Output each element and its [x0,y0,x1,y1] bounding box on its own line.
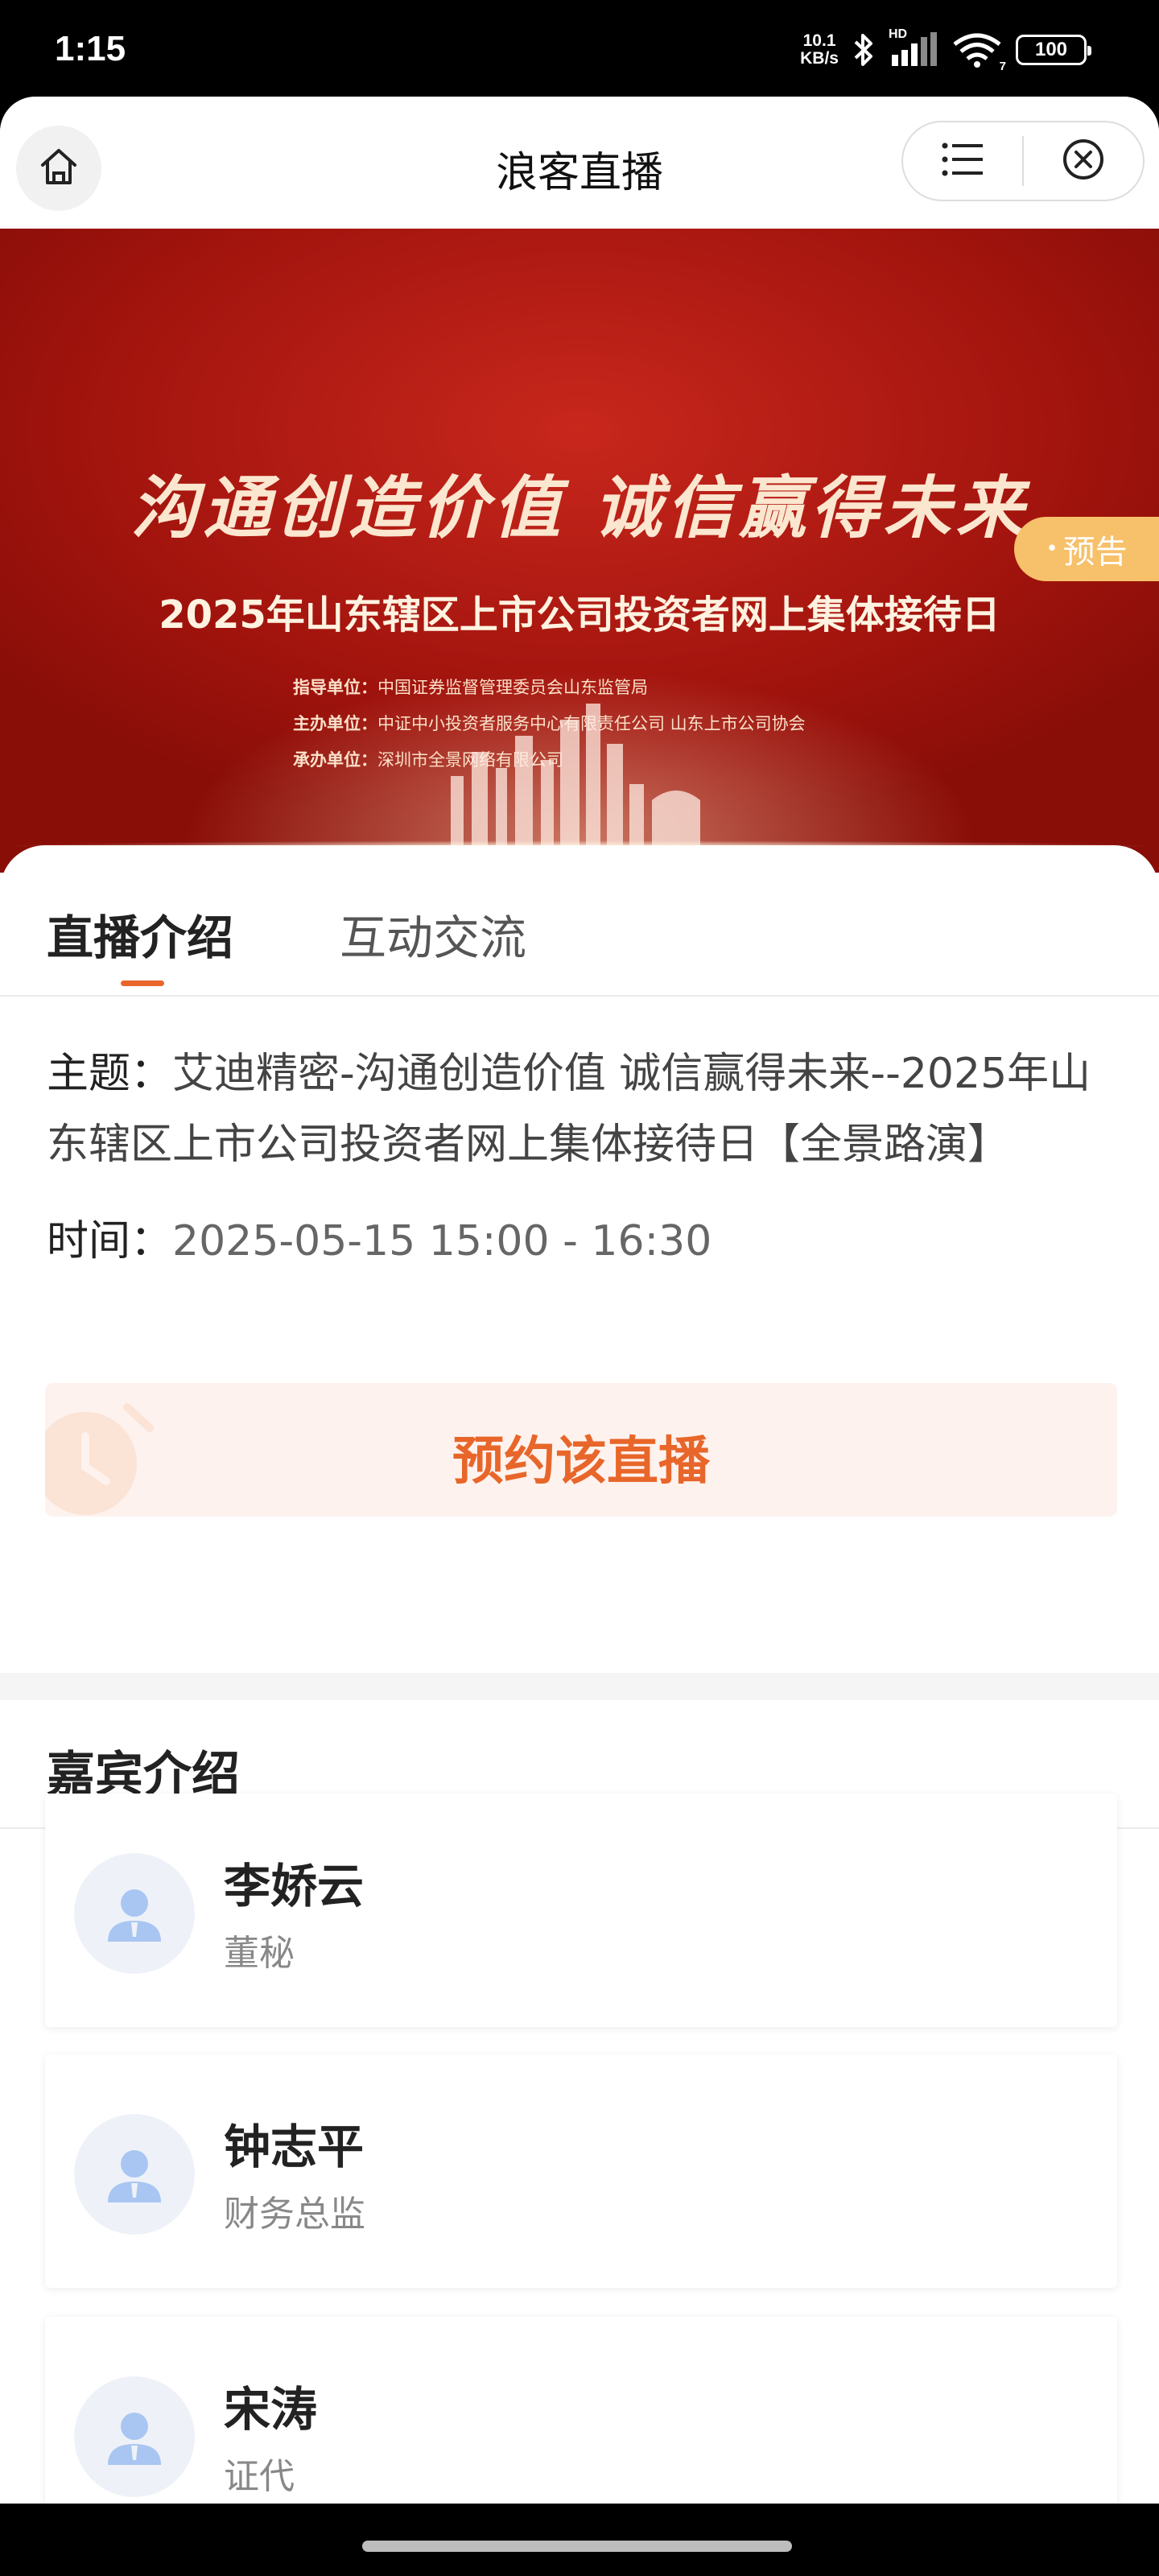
live-topic: 主题：艾迪精密-沟通创造价值 诚信赢得未来--2025年山东辖区上市公司投资者网… [47,1038,1117,1180]
dot-icon: • [1046,537,1058,561]
time-label: 时间： [47,1217,173,1265]
guest-card[interactable]: 钟志平 财务总监 [45,2054,1117,2288]
status-bar: 1:15 10.1 KB/s HD 7 100 [0,0,1159,97]
guest-card[interactable]: 李娇云 董秘 [45,1794,1117,2027]
banner-title: 2025年山东辖区上市公司投资者网上集体接待日 [159,592,1000,638]
wifi-icon: 7 [951,31,1006,73]
battery-icon: 100 [1016,35,1091,65]
banner-unit-row: 指导单位：中国证券监督管理委员会山东监管局 [293,678,648,697]
avatar [74,2376,195,2497]
person-icon [108,2150,161,2202]
topic-label: 主题： [47,1050,173,1098]
status-time: 1:15 [55,29,126,68]
network-speed: 10.1 KB/s [800,32,839,68]
guest-name: 钟志平 [224,2120,365,2174]
app-sheet: 浪客直播 沟通创造价值 诚信赢得未来 2025年山东辖区上市公司投资者网上集体接… [0,97,1159,2526]
system-nav-bar [0,2504,1159,2576]
guest-name: 宋涛 [224,2382,318,2437]
reserve-live-button[interactable]: 预约该直播 [45,1383,1117,1517]
network-speed-value: 10.1 [802,31,836,50]
guest-card[interactable]: 宋涛 证代 [45,2317,1117,2526]
person-icon [108,1889,161,1942]
bluetooth-icon [852,31,876,69]
menu-button[interactable] [903,122,1022,200]
battery-level: 100 [1034,39,1068,60]
city-skyline-graphic [451,704,700,848]
hd-label: HD [889,27,908,41]
tab-live-intro[interactable]: 直播介绍 [47,900,233,968]
guest-name: 李娇云 [224,1859,365,1913]
wifi-sub-label: 7 [999,60,1006,73]
signal-icon: HD [889,27,938,68]
reserve-live-label: 预约该直播 [452,1432,710,1492]
time-value: 2025-05-15 15:00 - 16:30 [172,1217,712,1265]
live-time: 时间：2025-05-15 15:00 - 16:30 [47,1206,711,1277]
person-icon [108,2413,161,2465]
active-tab-indicator [121,980,164,986]
tab-bar: 直播介绍 互动交流 [0,845,1159,997]
avatar [74,2114,195,2235]
gesture-handle[interactable] [362,2541,792,2552]
avatar [74,1853,195,1974]
network-speed-unit: KB/s [800,49,839,68]
list-menu-icon [941,142,984,180]
preview-tag-label: 预告 [1062,534,1128,571]
guest-role: 董秘 [224,1933,295,1974]
close-circle-icon [1061,137,1106,185]
banner-slogan: 沟通创造价值 诚信赢得未来 [130,468,1029,547]
title-bar: 浪客直播 [0,97,1159,229]
mini-program-capsule [901,121,1145,201]
section-gap [0,1673,1159,1700]
close-button[interactable] [1024,122,1143,200]
guest-role: 证代 [224,2456,295,2497]
status-icons: 10.1 KB/s HD 7 100 [800,27,1091,73]
tab-interaction[interactable]: 互动交流 [340,900,526,968]
guest-role: 财务总监 [224,2194,365,2235]
topic-value: 艾迪精密-沟通创造价值 诚信赢得未来--2025年山东辖区上市公司投资者网上集体… [47,1050,1091,1169]
live-banner[interactable]: 沟通创造价值 诚信赢得未来 2025年山东辖区上市公司投资者网上集体接待日 指导… [0,229,1159,873]
preview-tag: • 预告 [1014,517,1159,581]
